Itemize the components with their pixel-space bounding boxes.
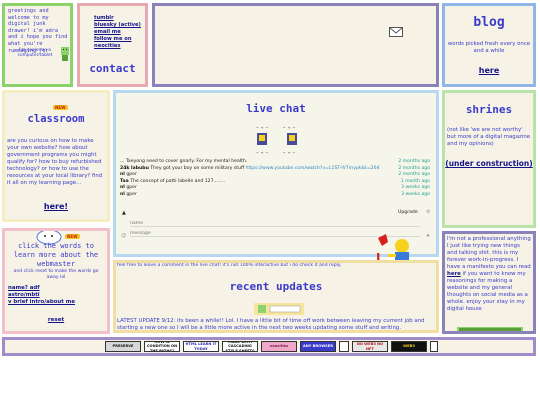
blog-description: words picked fresh every once and a whil… xyxy=(447,41,531,54)
chat-notice: feel free to leave a comment in the live… xyxy=(117,263,342,268)
webmaster-heading: click the words to learn more about the … xyxy=(13,242,99,268)
greeting-panel: greetings and welcome to my digital junk… xyxy=(2,3,73,87)
chat-message: nl gper 2 months ago xyxy=(120,172,430,178)
chat-message: 24k labubu They got your boy on some mil… xyxy=(120,165,430,171)
bluesky-link[interactable]: bluesky (active) xyxy=(94,22,141,29)
classroom-link[interactable]: here! xyxy=(5,202,107,211)
emoji-icon[interactable]: ☺ xyxy=(121,233,126,239)
envelope-icon xyxy=(389,22,403,37)
chat-title: live chat xyxy=(246,102,306,115)
contact-title: contact xyxy=(89,62,136,75)
footer-buttons-panel: PRESERVE HOW IS CONDITION ON THE PATHS? … xyxy=(2,337,536,356)
updates-banner-icon xyxy=(254,300,304,315)
reset-link[interactable]: reset xyxy=(5,317,107,323)
html-button[interactable]: HTML LEARN IT TODAY xyxy=(183,341,219,352)
webmaster-intro-link[interactable]: v brief intro/about me xyxy=(8,299,75,306)
upgrade-link[interactable]: Upgrade xyxy=(398,210,418,216)
shrines-title: shrines xyxy=(465,103,513,116)
no-web3-button[interactable]: NO WEB3 NO NFT xyxy=(352,341,388,352)
neocities-button[interactable]: neocities xyxy=(261,341,297,352)
web3-button[interactable]: WEB3 xyxy=(391,341,427,352)
chat-message: nl gper 3 weeks ago xyxy=(120,191,430,197)
chat-url-link[interactable]: https://www.youtube.com/watch?v=L1ST-lV7… xyxy=(246,166,380,171)
webmaster-astro-link[interactable]: astro/mbti xyxy=(8,292,75,299)
sticker-text: I'm cooler on a computer/tablet xyxy=(17,48,53,59)
chat-name-input[interactable] xyxy=(130,220,420,227)
send-icon[interactable]: ➤ xyxy=(426,233,430,239)
classroom-panel: NEW classroom are you curious on how to … xyxy=(2,90,110,222)
blank-button[interactable] xyxy=(339,341,349,352)
updates-text: LATEST UPDATE 9/12: its been a while!! L… xyxy=(117,318,425,331)
chat-messages[interactable]: ... Taeyong need to cover gnarly. For my… xyxy=(116,159,436,199)
settings-icon[interactable]: ⚙ xyxy=(426,209,430,215)
chat-message: nl gper 3 weeks ago xyxy=(120,185,430,191)
svg-text:~ + ~: ~ + ~ xyxy=(283,150,296,155)
contact-links: tumblr bluesky (active) email me follow … xyxy=(94,15,141,50)
blog-panel: blog words picked fresh every once and a… xyxy=(442,3,536,87)
email-link[interactable]: email me xyxy=(94,29,141,36)
mascot-icon xyxy=(59,46,70,62)
updates-panel: feel free to leave a comment in the live… xyxy=(113,260,439,333)
blog-link[interactable]: here xyxy=(445,66,533,75)
shrines-panel: shrines (not like 'we are not worthy' bu… xyxy=(442,90,536,228)
shrines-description: (not like 'we are not worthy' but more o… xyxy=(447,127,531,147)
css-button[interactable]: MADE WITH CASCADING STYLE SHEETS xyxy=(222,341,258,352)
about-text: I'm not a professional anything I just l… xyxy=(447,236,531,312)
chat-decoration: ~ + ~ ~ + ~ ~ + ~ ~ + ~ xyxy=(254,123,302,157)
blog-title: blog xyxy=(473,15,505,30)
classroom-description: are you curious on how to make your own … xyxy=(7,138,103,186)
shrines-link[interactable]: (under construction) xyxy=(445,159,533,168)
updates-title: recent updates xyxy=(229,280,323,293)
paths-button[interactable]: HOW IS CONDITION ON THE PATHS? xyxy=(144,341,180,352)
webmaster-panel: NEW click the words to learn more about … xyxy=(2,228,110,334)
svg-text:~ + ~: ~ + ~ xyxy=(256,125,269,130)
new-badge: NEW xyxy=(53,105,68,110)
scroll-up-arrow-icon[interactable]: ▲ xyxy=(122,210,126,216)
neocities-follow-link[interactable]: follow me on neocities xyxy=(94,36,134,50)
tumblr-link[interactable]: tumblr xyxy=(94,15,141,22)
button-row: PRESERVE HOW IS CONDITION ON THE PATHS? … xyxy=(105,341,438,352)
webmaster-subheading: and click reset to make the words go awa… xyxy=(13,269,99,280)
manifesto-link[interactable]: here xyxy=(447,271,461,277)
chat-message: ... Taeyong need to cover gnarly. For my… xyxy=(120,159,430,164)
chat-message: Taa The concept of patti labelle and 127… xyxy=(120,178,430,184)
decorative-panel xyxy=(152,3,439,87)
about-panel: I'm not a professional anything I just l… xyxy=(442,231,536,334)
new-badge: NEW xyxy=(65,234,80,239)
preserve-button[interactable]: PRESERVE xyxy=(105,341,141,352)
blank-button[interactable] xyxy=(430,341,438,352)
svg-text:~ + ~: ~ + ~ xyxy=(256,150,269,155)
decorative-banner-icon xyxy=(457,320,523,331)
classroom-title: classroom xyxy=(27,113,85,125)
svg-text:~ + ~: ~ + ~ xyxy=(283,125,296,130)
contact-panel: tumblr bluesky (active) email me follow … xyxy=(77,3,148,87)
any-browser-button[interactable]: ANY BROWSER xyxy=(300,341,336,352)
webmaster-name-link[interactable]: name? adf xyxy=(8,285,75,292)
